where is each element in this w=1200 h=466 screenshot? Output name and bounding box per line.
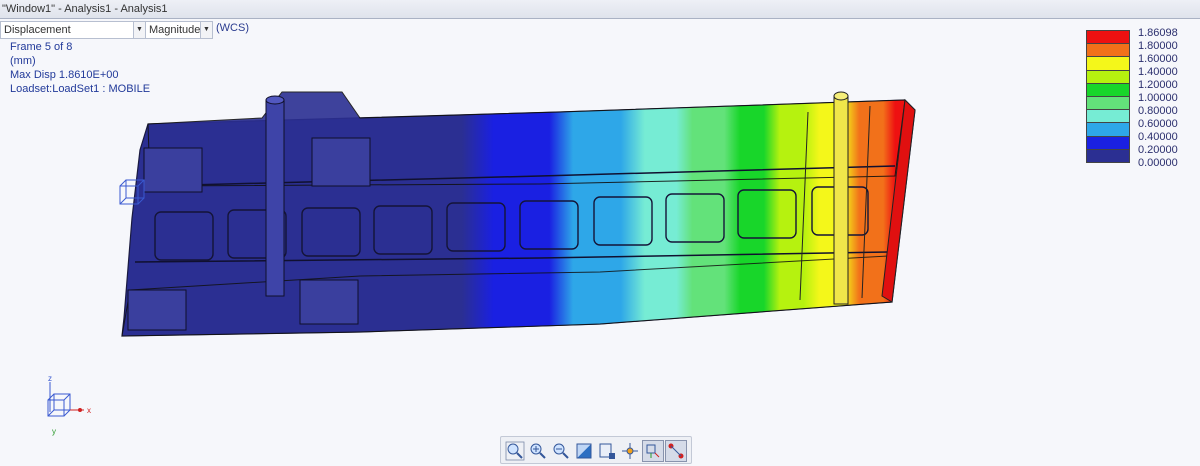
refit-icon[interactable] [504, 440, 526, 462]
display-style-icon[interactable] [642, 440, 664, 462]
spin-center-icon[interactable] [619, 440, 641, 462]
zoom-out-icon[interactable] [550, 440, 572, 462]
coordinate-triad: x z y [47, 374, 91, 436]
triad-z-label: z [48, 374, 52, 383]
zoom-in-icon[interactable] [527, 440, 549, 462]
bracket-model [121, 91, 916, 337]
view-manager-icon[interactable] [596, 440, 618, 462]
fem-model-view[interactable] [0, 0, 1200, 464]
triad-x-label: x [87, 406, 91, 415]
view-toolbar [500, 436, 692, 464]
left-shaft [265, 95, 285, 297]
right-shaft [833, 91, 849, 305]
shaded-display-icon[interactable] [573, 440, 595, 462]
datum-display-icon[interactable] [665, 440, 687, 462]
triad-y-label: y [52, 427, 56, 436]
